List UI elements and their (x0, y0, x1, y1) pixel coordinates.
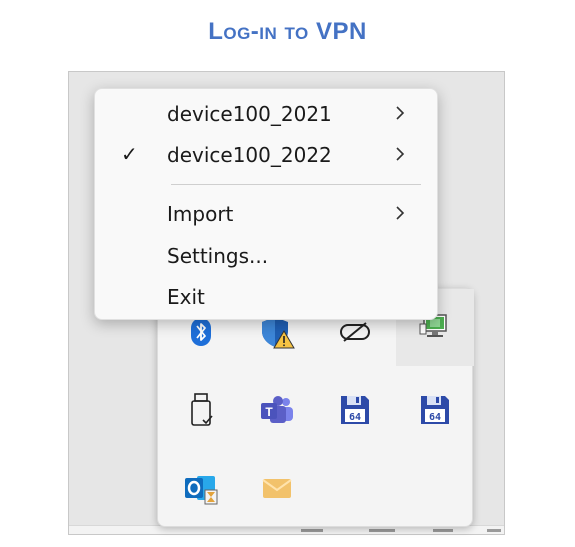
svg-text:64: 64 (349, 412, 361, 423)
chevron-right-icon (395, 105, 405, 126)
taskbar-glyph (433, 529, 453, 532)
menu-item-label: device100_2022 (167, 143, 332, 167)
taskbar-glyph (301, 529, 323, 532)
teams-icon[interactable]: T (238, 371, 316, 448)
taskbar-glyph (487, 529, 501, 532)
menu-item-label: Exit (167, 285, 205, 309)
chevron-right-icon (395, 205, 405, 226)
save-64-alt-icon[interactable]: 64 (396, 371, 474, 448)
menu-item-label: Settings... (167, 244, 269, 268)
tray-overflow-flyout: T 64 64 (157, 288, 474, 527)
vpn-context-menu: device100_2021 ✓ device100_2022 Import S… (94, 88, 438, 320)
usb-drive-icon[interactable] (162, 371, 240, 448)
menu-item-device100-2021[interactable]: device100_2021 (99, 95, 433, 133)
page-title: Log-in to VPN (208, 18, 367, 45)
chevron-right-icon (395, 146, 405, 167)
svg-text:T: T (265, 405, 273, 419)
mail-envelope-icon[interactable] (238, 449, 316, 526)
save-64-icon[interactable]: 64 (316, 371, 394, 448)
menu-item-label: device100_2021 (167, 102, 332, 126)
menu-item-device100-2022[interactable]: ✓ device100_2022 (99, 136, 433, 174)
menu-item-label: Import (167, 202, 234, 226)
outlook-icon[interactable] (162, 449, 240, 526)
menu-item-import[interactable]: Import (99, 195, 433, 233)
checkmark-icon: ✓ (121, 142, 138, 166)
taskbar-glyph (369, 529, 395, 532)
svg-text:64: 64 (429, 412, 441, 423)
menu-item-exit[interactable]: Exit (99, 278, 433, 316)
menu-item-settings[interactable]: Settings... (99, 237, 433, 275)
menu-separator (171, 184, 421, 185)
